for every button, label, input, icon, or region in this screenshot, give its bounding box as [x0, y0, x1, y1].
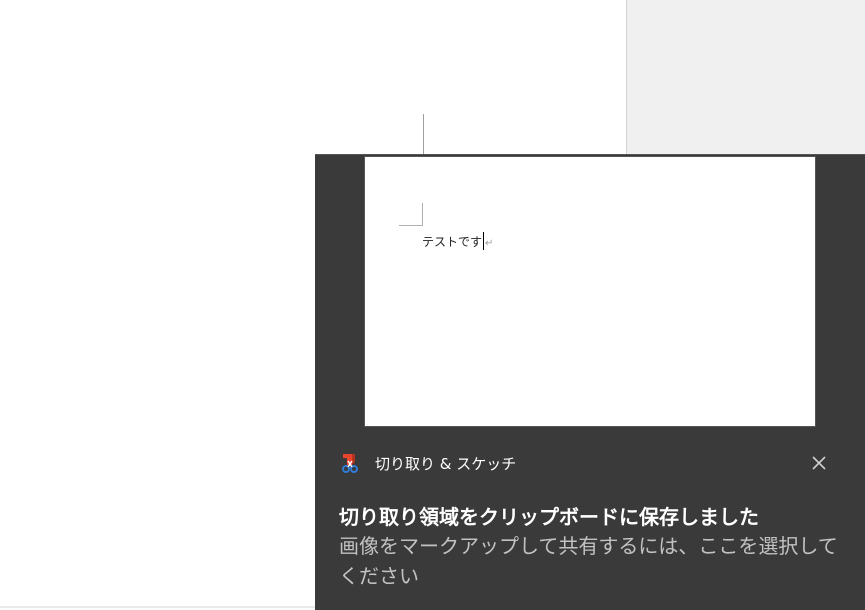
margin-corner-mark — [423, 114, 424, 156]
preview-text-content: テストです — [422, 235, 483, 249]
close-icon — [811, 455, 827, 475]
close-button[interactable] — [805, 451, 833, 479]
screenshot-preview[interactable]: テストです ↵ — [364, 156, 816, 427]
preview-margin-mark-vertical — [422, 203, 423, 225]
app-name: 切り取り & スケッチ — [375, 454, 517, 473]
toast-app-header: 切り取り & スケッチ — [339, 451, 516, 475]
notification-body[interactable]: 画像をマークアップして共有するには、ここを選択してください — [339, 531, 839, 591]
notification-title: 切り取り領域をクリップボードに保存しました — [339, 505, 759, 529]
snip-notification-toast[interactable]: テストです ↵ 切り取り & スケッチ 切り取り領域をクリップボードに保存しまし… — [315, 154, 865, 610]
screen: テストです ↵ 切り取り & スケッチ 切り取り領域をクリップボードに保存しまし… — [0, 0, 865, 610]
paragraph-mark: ↵ — [485, 238, 494, 249]
text-cursor — [483, 232, 485, 250]
snip-and-sketch-icon — [339, 452, 361, 474]
page-bottom-edge — [0, 606, 315, 608]
preview-margin-mark-horizontal — [399, 225, 423, 226]
preview-document-text: テストです ↵ — [422, 232, 493, 250]
